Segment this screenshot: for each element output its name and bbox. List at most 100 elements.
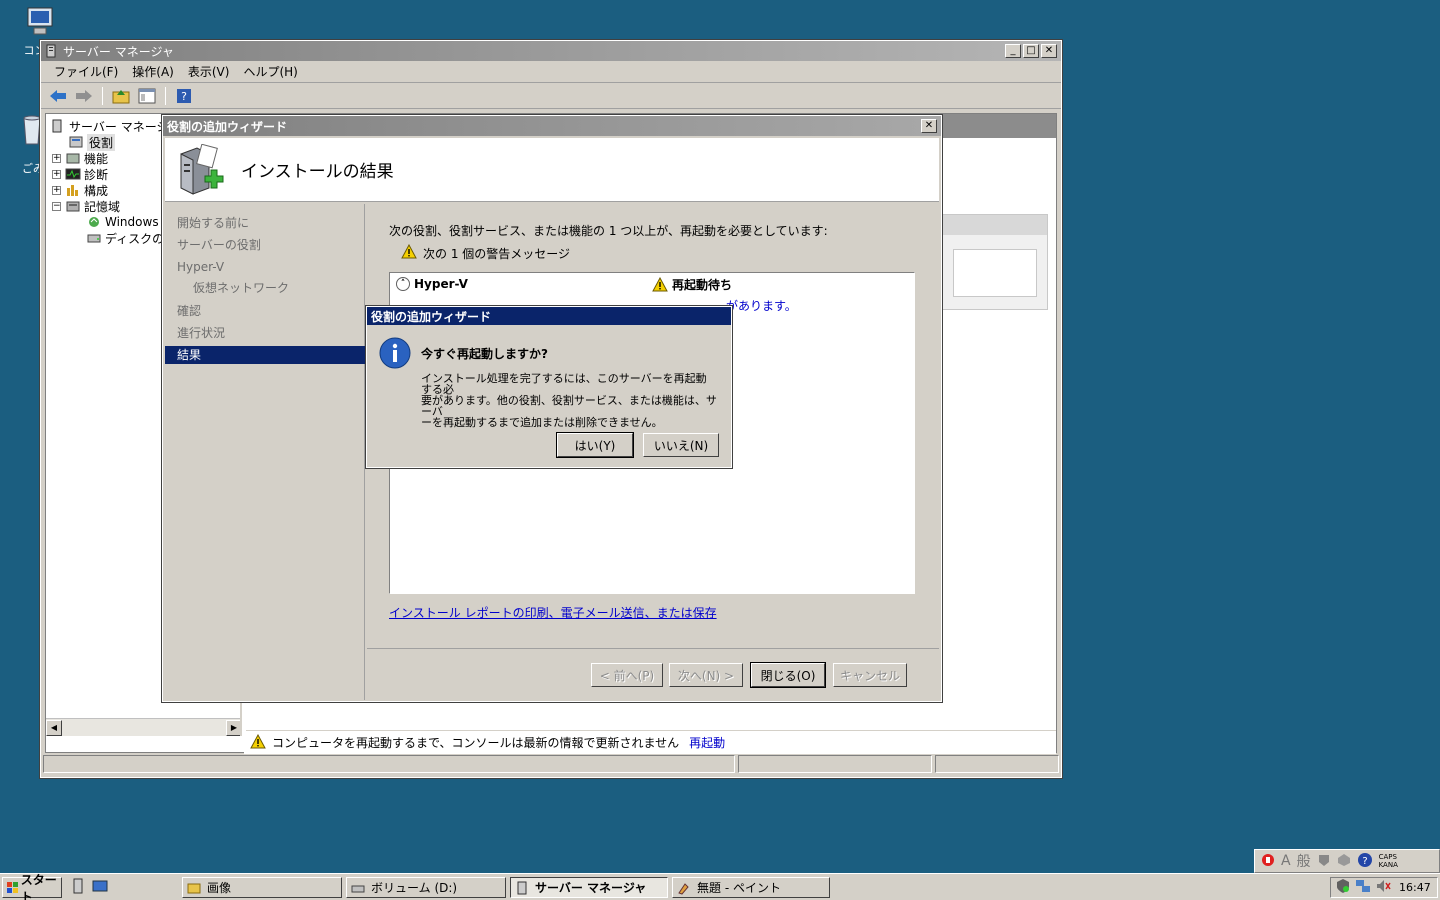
show-hide-console-tree-button[interactable] (136, 86, 158, 106)
security-shield-icon[interactable] (1335, 878, 1351, 897)
collapse-icon[interactable]: ˄ (396, 277, 410, 291)
ime-icon[interactable] (1261, 853, 1275, 870)
storage-icon (65, 199, 81, 213)
quick-launch (70, 878, 108, 897)
nav-results[interactable]: 結果 (165, 346, 365, 364)
toolbar-separator (165, 86, 166, 105)
ime-tool-icon[interactable] (1317, 853, 1331, 870)
tree-item-roles[interactable]: 役割 (68, 133, 116, 151)
nav-before-you-begin[interactable]: 開始する前に (165, 214, 365, 232)
tree-item-windows-server-backup[interactable]: Windows S (86, 214, 170, 230)
expand-icon[interactable]: + (52, 185, 61, 195)
ime-conversion-mode[interactable]: 般 (1297, 851, 1311, 871)
toolbar-separator (102, 86, 103, 105)
minimize-button[interactable]: _ (1005, 44, 1021, 58)
dialog-question: 今すぐ再起動しますか? (421, 347, 548, 361)
tree-item-diagnostics[interactable]: + 診断 (52, 166, 108, 182)
dialog-titlebar[interactable]: 役割の追加ウィザード (367, 307, 731, 325)
dialog-title: 役割の追加ウィザード (371, 309, 492, 324)
nav-progress[interactable]: 進行状況 (165, 324, 365, 342)
cancel-button[interactable]: キャンセル (833, 663, 907, 687)
menu-file[interactable]: ファイル(F) (47, 63, 125, 80)
system-tray: 16:47 (1330, 877, 1438, 898)
wizard-titlebar[interactable]: 役割の追加ウィザード (163, 116, 941, 136)
result-role-name: Hyper-V (414, 277, 468, 291)
ime-input-mode[interactable]: A (1281, 853, 1291, 869)
window-title: サーバー マネージャ (63, 44, 174, 59)
forward-button[interactable] (73, 86, 95, 106)
taskbar-item-images[interactable]: 画像 (182, 877, 342, 898)
wizard-page-title: インストールの結果 (241, 162, 394, 182)
show-desktop-icon[interactable] (92, 878, 108, 897)
status-cell (738, 755, 932, 773)
ime-pad-icon[interactable] (1337, 853, 1351, 870)
wizard-header: インストールの結果 (165, 138, 939, 202)
tree-horizontal-scrollbar[interactable]: ◀ ▶ (46, 718, 240, 736)
features-icon (65, 151, 81, 165)
expand-icon[interactable]: + (52, 153, 61, 163)
windows-logo-icon (7, 881, 18, 893)
computer-icon (22, 6, 58, 40)
wizard-close-button[interactable]: ✕ (921, 119, 937, 133)
taskbar-item-volume-d[interactable]: ボリューム (D:) (346, 877, 506, 898)
paint-icon (678, 882, 689, 895)
close-button[interactable]: ✕ (1041, 44, 1057, 58)
menu-view[interactable]: 表示(V) (181, 63, 237, 80)
nav-confirmation[interactable]: 確認 (165, 302, 365, 320)
clock[interactable]: 16:47 (1399, 881, 1431, 894)
tree-item-label: 機能 (84, 151, 109, 166)
wizard-footer: < 前へ(P) 次へ(N) > 閉じる(O) キャンセル (367, 648, 939, 700)
taskbar-item-server-manager[interactable]: サーバー マネージャ (510, 877, 668, 898)
yes-button[interactable]: はい(Y) (556, 432, 634, 458)
taskbar-item-label: サーバー マネージャ (535, 881, 647, 895)
configuration-icon (65, 183, 81, 197)
result-detail-text: があります。 (726, 299, 797, 313)
server-manager-titlebar[interactable]: サーバー マネージャ _ □ ✕ (41, 41, 1061, 61)
tree-item-configuration[interactable]: + 構成 (52, 182, 108, 198)
previous-button[interactable]: < 前へ(P) (591, 663, 663, 687)
restart-required-text: 次の役割、役割サービス、または機能の 1 つ以上が、再起動を必要としています: (389, 224, 828, 238)
nav-server-roles[interactable]: サーバーの役割 (165, 236, 365, 254)
dialog-message-line: インストール処理を完了するには、このサーバーを再起動する必 (421, 372, 707, 396)
roles-icon (68, 135, 84, 149)
taskbar-item-paint[interactable]: 無題 - ペイント (672, 877, 830, 898)
volume-muted-icon[interactable] (1375, 878, 1391, 897)
tree-root[interactable]: サーバー マネージャ (50, 118, 180, 134)
tree-item-features[interactable]: + 機能 (52, 150, 108, 166)
status-cell (935, 755, 1059, 773)
menu-help[interactable]: ヘルプ(H) (236, 63, 304, 80)
server-manager-quick-icon[interactable] (70, 878, 86, 897)
taskbar-item-label: ボリューム (D:) (371, 881, 458, 895)
no-button[interactable]: いいえ(N) (643, 433, 719, 457)
start-button[interactable]: スタート (2, 873, 62, 900)
up-folder-button[interactable] (110, 86, 132, 106)
tree-item-label: 診断 (84, 167, 109, 182)
expand-icon[interactable]: + (52, 169, 61, 179)
dialog-message-line: ーを再起動するまで追加または削除できません。 (421, 416, 663, 429)
toolbar: ? (41, 83, 1061, 109)
close-wizard-button[interactable]: 閉じる(O) (750, 662, 826, 688)
menu-action[interactable]: 操作(A) (125, 63, 181, 80)
installation-report-link[interactable]: インストール レポートの印刷、電子メール送信、または保存 (389, 604, 717, 621)
scroll-right-button[interactable]: ▶ (226, 719, 240, 736)
server-add-role-icon (175, 143, 227, 196)
restart-confirmation-dialog: 役割の追加ウィザード 今すぐ再起動しますか? インストール処理を完了するには、こ… (365, 305, 733, 469)
next-button[interactable]: 次へ(N) > (669, 663, 743, 687)
caps-indicator: CAPS (1378, 853, 1397, 861)
help-icon[interactable]: ? (1357, 852, 1373, 871)
close-icon: ✕ (924, 120, 934, 131)
maximize-button[interactable]: □ (1023, 44, 1039, 58)
back-button[interactable] (47, 86, 69, 106)
nav-hyper-v[interactable]: Hyper-V (165, 258, 365, 276)
warning-icon (652, 276, 668, 291)
nav-virtual-networks[interactable]: 仮想ネットワーク (165, 279, 365, 297)
collapse-icon[interactable]: − (52, 201, 61, 211)
help-button[interactable]: ? (173, 86, 195, 106)
tree-item-storage[interactable]: − 記憶域 (52, 198, 120, 214)
start-label: スタート (20, 872, 57, 900)
details-section-content (953, 249, 1037, 297)
scroll-left-button[interactable]: ◀ (46, 719, 62, 736)
status-bar (43, 755, 1059, 775)
restart-link[interactable]: 再起動 (689, 734, 725, 751)
network-icon[interactable] (1355, 878, 1371, 897)
